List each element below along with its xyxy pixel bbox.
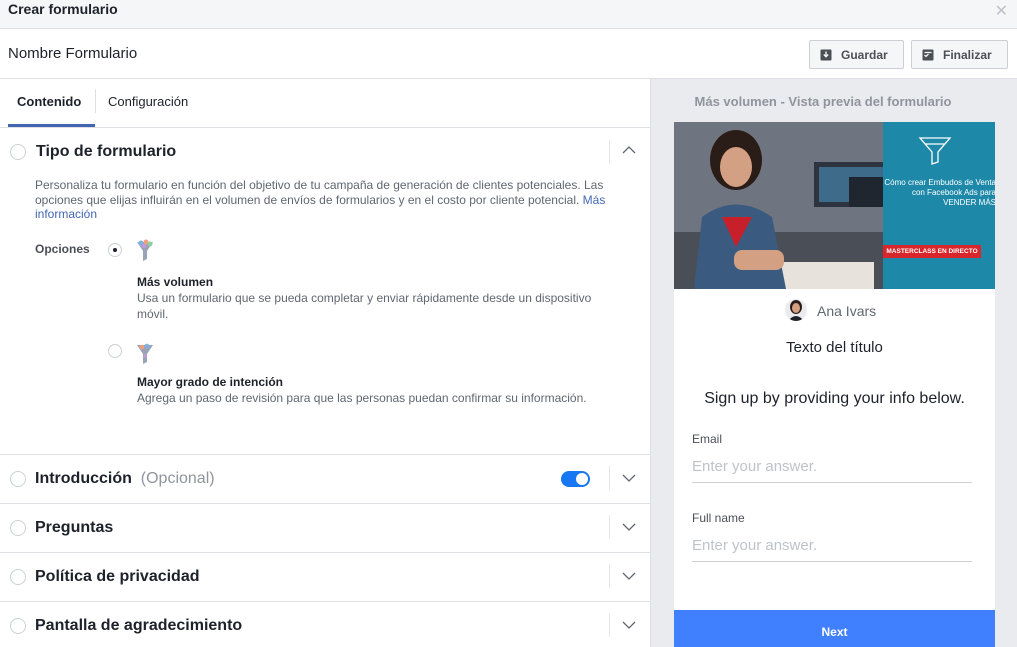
finish-icon [922, 49, 934, 60]
full-name-field-label: Full name [692, 511, 745, 525]
page-identity: Ana Ivars [674, 299, 995, 323]
intro-toggle[interactable] [561, 471, 590, 487]
form-type-description-text: Personaliza tu formulario en función del… [35, 178, 604, 207]
section-divider [0, 552, 650, 553]
section-divider [0, 601, 650, 602]
section-status-circle [10, 471, 26, 487]
section-separator [609, 140, 610, 164]
section-title-questions[interactable]: Preguntas [35, 519, 113, 537]
option-higher-intent-title: Mayor grado de intención [137, 375, 284, 389]
full-name-field[interactable]: Enter your answer. [692, 534, 972, 562]
section-separator [609, 466, 610, 490]
chevron-up-icon[interactable] [621, 142, 637, 158]
save-button-label: Guardar [841, 47, 888, 62]
form-preview-card: Cómo crear Embudos de Venta con Facebook… [674, 122, 995, 647]
intro-optional-label: (Opcional) [140, 470, 215, 487]
section-status-circle [10, 520, 26, 536]
section-title-intro[interactable]: Introducción (Opcional) [35, 470, 215, 488]
section-title-privacy[interactable]: Política de privacidad [35, 568, 200, 586]
section-status-circle [10, 144, 26, 160]
email-field[interactable]: Enter your answer. [692, 455, 972, 483]
preview-heading: Más volumen - Vista previa del formulari… [694, 94, 952, 109]
page-name: Ana Ivars [817, 303, 877, 319]
form-type-description: Personaliza tu formulario en función del… [35, 178, 615, 222]
save-button[interactable]: Guardar [809, 40, 904, 69]
dialog-titlebar: Crear formulario ✕ [0, 0, 1017, 29]
section-separator [609, 613, 610, 637]
finish-button-label: Finalizar [943, 47, 992, 62]
chevron-down-icon[interactable] [621, 519, 637, 535]
tab-bar: Contenido Configuración [0, 79, 650, 128]
next-button[interactable]: Next [674, 610, 995, 647]
active-tab-indicator [8, 124, 95, 127]
section-status-circle [10, 618, 26, 634]
option-higher-intent-radio[interactable] [108, 344, 122, 358]
editor-panel: Contenido Configuración Tipo de formular… [0, 79, 651, 647]
chevron-down-icon[interactable] [621, 568, 637, 584]
intro-title: Introducción [35, 470, 132, 487]
section-divider [0, 503, 650, 504]
close-icon[interactable]: ✕ [995, 1, 1008, 21]
banner-text: Cómo crear Embudos de Venta con Facebook… [884, 178, 995, 207]
option-more-volume-description: Usa un formulario que se pueda completar… [137, 291, 592, 321]
form-name-field[interactable]: Nombre Formulario [8, 45, 137, 62]
chevron-down-icon[interactable] [621, 470, 637, 486]
preview-panel: Más volumen - Vista previa del formulari… [651, 79, 1017, 647]
form-name-bar: Nombre Formulario Guardar Finalizar [0, 29, 1017, 79]
section-status-circle [10, 569, 26, 585]
option-more-volume-title: Más volumen [137, 275, 214, 289]
options-label: Opciones [35, 242, 90, 256]
form-intro-text: Sign up by providing your info below. [704, 390, 965, 407]
dialog-title: Crear formulario [8, 1, 118, 17]
banner-badge: MASTERCLASS EN DIRECTO [883, 245, 981, 258]
section-divider [0, 454, 650, 455]
option-higher-intent-description: Agrega un paso de revisión para que las … [137, 391, 587, 405]
funnel-icon [137, 343, 153, 364]
tab-contenido[interactable]: Contenido [17, 94, 81, 109]
email-field-label: Email [692, 432, 723, 446]
section-title-thanks[interactable]: Pantalla de agradecimiento [35, 617, 242, 635]
finish-button[interactable]: Finalizar [911, 40, 1008, 69]
form-title: Texto del título [786, 339, 883, 356]
ad-banner-image: Cómo crear Embudos de Venta con Facebook… [674, 122, 995, 289]
section-title-form-type[interactable]: Tipo de formulario [36, 143, 176, 161]
section-separator [609, 564, 610, 588]
tab-separator [95, 89, 96, 113]
tab-configuracion[interactable]: Configuración [108, 94, 188, 109]
chevron-down-icon[interactable] [621, 617, 637, 633]
avatar [785, 299, 807, 321]
funnel-icon [137, 239, 153, 261]
section-separator [609, 515, 610, 539]
save-icon [820, 49, 832, 60]
option-more-volume-radio[interactable] [108, 243, 122, 257]
